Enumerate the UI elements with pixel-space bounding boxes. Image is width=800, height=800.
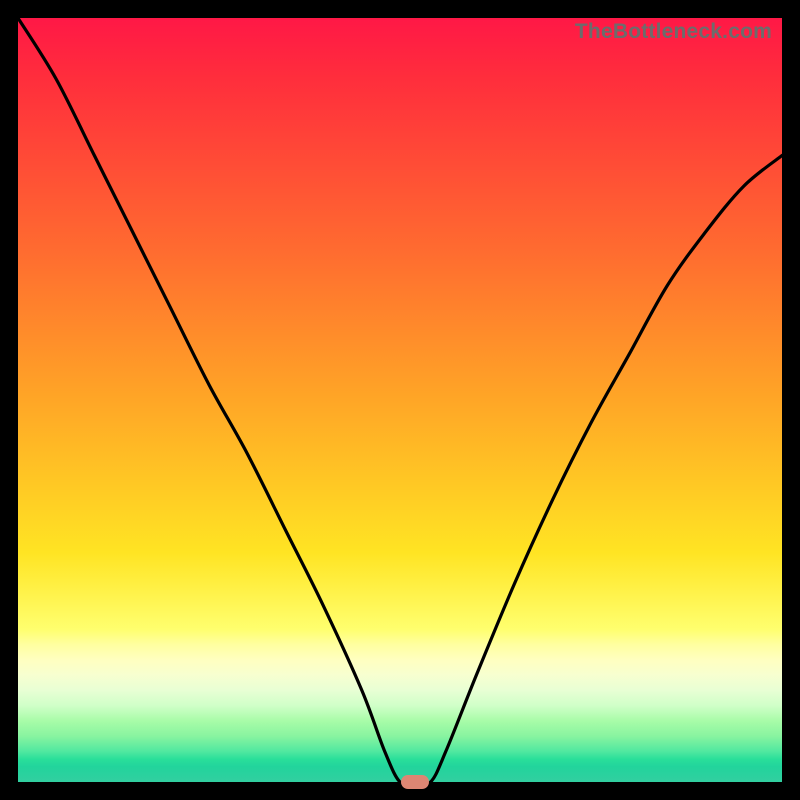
plot-area: TheBottleneck.com [18, 18, 782, 782]
optimal-marker [401, 775, 429, 789]
bottleneck-curve [18, 18, 782, 782]
chart-stage: TheBottleneck.com [0, 0, 800, 800]
curve-path [18, 18, 782, 782]
